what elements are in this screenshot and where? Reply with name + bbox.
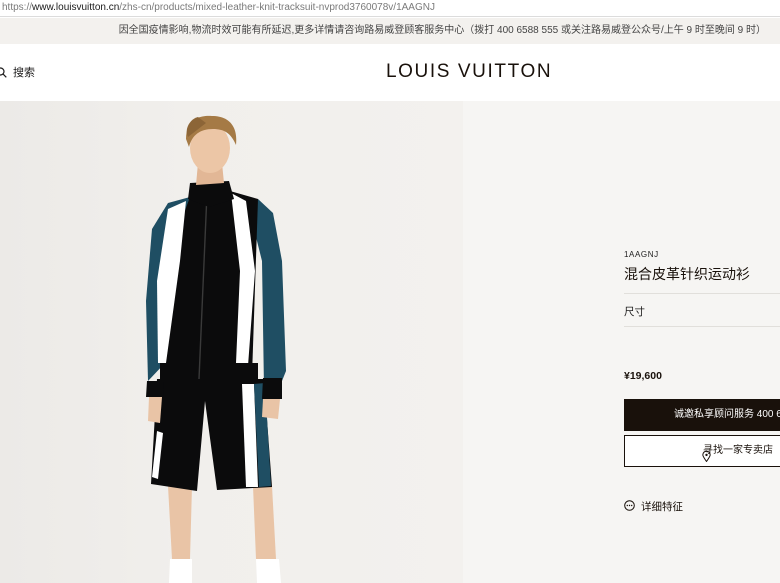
site-header: 搜索 LOUIS VUITTON — [0, 44, 780, 101]
search-button[interactable]: 搜索 — [0, 64, 35, 80]
contact-advisor-label: 诚邀私享顾问服务 400 6588 555 — [674, 409, 780, 420]
search-icon — [0, 66, 7, 78]
location-pin-icon — [702, 445, 711, 466]
notice-text: 因全国疫情影响,物流时效可能有所延迟,更多详情请咨询路易威登顾客服务中心（拨打 … — [118, 25, 766, 36]
more-details-icon — [624, 499, 635, 514]
shipping-notice-banner: 因全国疫情影响,物流时效可能有所延迟,更多详情请咨询路易威登顾客服务中心（拨打 … — [0, 18, 780, 44]
product-title: 混合皮革针织运动衫 — [624, 266, 750, 282]
find-store-label: 寻找一家专卖店 — [703, 445, 773, 456]
product-image[interactable] — [0, 101, 463, 583]
brand-logo[interactable]: LOUIS VUITTON — [386, 61, 552, 83]
address-bar[interactable]: https://www.louisvuitton.cn/zhs-cn/produ… — [0, 0, 780, 17]
product-sku: 1AAGNJ — [624, 250, 659, 259]
product-details-toggle[interactable]: 详细特征 — [624, 499, 683, 514]
contact-advisor-button[interactable]: 诚邀私享顾问服务 400 6588 555 — [624, 399, 780, 431]
url-prefix: https:// — [2, 2, 33, 13]
url-path: /zhs-cn/products/mixed-leather-knit-trac… — [119, 2, 435, 13]
find-store-button[interactable]: 寻找一家专卖店 — [624, 435, 780, 467]
model-photo — [146, 115, 286, 583]
details-label: 详细特征 — [641, 501, 683, 513]
url-host: www.louisvuitton.cn — [32, 2, 120, 13]
search-label: 搜索 — [13, 67, 35, 79]
product-info-panel: 1AAGNJ 混合皮革针织运动衫 尺寸 ¥19,600 诚邀私享顾问服务 400… — [463, 101, 780, 583]
size-selector[interactable]: 尺寸 — [624, 304, 645, 319]
product-price: ¥19,600 — [624, 370, 662, 382]
divider — [624, 293, 780, 294]
divider — [624, 326, 780, 327]
